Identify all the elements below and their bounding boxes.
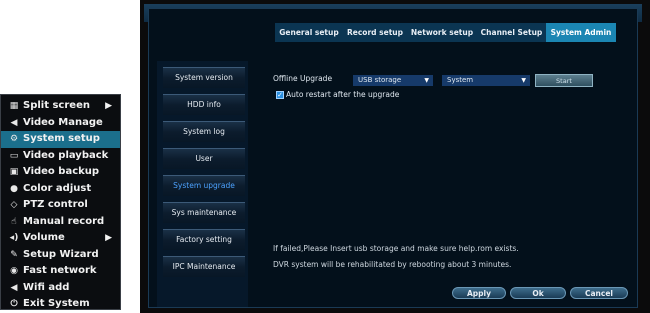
nav-factory-setting[interactable]: Factory setting: [163, 229, 245, 250]
ptz-icon: ◇: [10, 200, 18, 210]
grid-icon: ▦: [9, 101, 19, 111]
palette-icon: ●: [10, 183, 18, 194]
playback-icon: ▭: [9, 150, 19, 161]
menu-item-label: Video Manage: [23, 116, 103, 128]
submenu-arrow-icon: ▶: [105, 101, 112, 111]
select-value: System: [447, 76, 474, 84]
chevron-down-icon: ▼: [424, 77, 429, 84]
menu-item-label: Video backup: [23, 166, 100, 177]
tab-network-setup[interactable]: Network setup: [407, 23, 477, 42]
menu-item-exit-system[interactable]: ⏻ Exit System: [1, 296, 120, 313]
menu-item-fast-network[interactable]: ◉ Fast network: [1, 263, 120, 280]
menu-item-label: System setup: [23, 133, 100, 144]
network-icon: ◉: [10, 266, 18, 276]
menu-item-label: Split screen: [23, 100, 90, 111]
menu-item-video-playback[interactable]: ▭ Video playback: [1, 148, 120, 165]
gear-icon: ⚙: [9, 134, 19, 144]
menu-item-label: PTZ control: [23, 199, 88, 210]
wifi-icon: ◀: [10, 282, 18, 293]
tab-general-setup[interactable]: General setup: [275, 23, 343, 42]
power-icon: ⏻: [10, 299, 18, 309]
nav-system-version[interactable]: System version: [163, 67, 245, 88]
offline-upgrade-label: Offline Upgrade: [273, 74, 333, 83]
menu-item-ptz-control[interactable]: ◇ PTZ control: [1, 197, 120, 214]
auto-restart-label: Auto restart after the upgrade: [286, 90, 400, 99]
auto-restart-checkbox[interactable]: ✓: [276, 91, 284, 99]
menu-item-manual-record[interactable]: ☝ Manual record: [1, 214, 120, 231]
select-value: USB storage: [358, 76, 402, 84]
nav-system-upgrade[interactable]: System upgrade: [163, 175, 245, 196]
admin-nav: System version HDD info System log User …: [157, 61, 248, 307]
menu-item-setup-wizard[interactable]: ✎ Setup Wizard: [1, 247, 120, 264]
menu-item-label: Exit System: [23, 298, 90, 309]
nav-sys-maintenance[interactable]: Sys maintenance: [163, 202, 245, 223]
menu-item-system-setup[interactable]: ⚙ System setup: [1, 131, 120, 148]
hand-icon: ☝: [11, 216, 17, 227]
tab-bar: General setup Record setup Network setup…: [275, 23, 616, 42]
nav-ipc-maintenance[interactable]: IPC Maintenance: [163, 256, 245, 277]
upgrade-file-select[interactable]: System ▼: [442, 75, 530, 86]
save-icon: ▣: [9, 167, 19, 177]
apply-button[interactable]: Apply: [452, 287, 506, 299]
menu-item-label: Volume: [23, 232, 65, 243]
menu-item-label: Video playback: [23, 149, 109, 161]
menu-item-video-manage[interactable]: ◀ Video Manage: [1, 115, 120, 132]
system-admin-window: General setup Record setup Network setup…: [140, 0, 650, 313]
context-menu: ▦ Split screen ▶ ◀ Video Manage ⚙ System…: [0, 94, 121, 310]
menu-item-wifi-add[interactable]: ◀ Wifi add: [1, 280, 120, 297]
tab-channel-setup[interactable]: Channel Setup: [477, 23, 546, 42]
tab-record-setup[interactable]: Record setup: [343, 23, 407, 42]
submenu-arrow-icon: ▶: [105, 233, 112, 243]
camera-icon: ◀: [10, 117, 18, 128]
nav-hdd-info[interactable]: HDD info: [163, 94, 245, 115]
speaker-icon: ◂): [9, 233, 19, 243]
nav-system-log[interactable]: System log: [163, 121, 245, 142]
menu-item-label: Color adjust: [23, 182, 92, 194]
menu-item-label: Manual record: [23, 215, 105, 227]
menu-item-video-backup[interactable]: ▣ Video backup: [1, 164, 120, 181]
cancel-button[interactable]: Cancel: [570, 287, 628, 299]
menu-item-label: Wifi add: [23, 281, 70, 293]
window-body: General setup Record setup Network setup…: [148, 8, 638, 308]
menu-item-split-screen[interactable]: ▦ Split screen ▶: [1, 98, 120, 115]
menu-item-color-adjust[interactable]: ● Color adjust: [1, 181, 120, 198]
menu-item-label: Fast network: [23, 265, 97, 276]
upgrade-source-select[interactable]: USB storage ▼: [353, 75, 433, 86]
ok-button[interactable]: Ok: [510, 287, 566, 299]
help-note-2: DVR system will be rehabilitated by rebo…: [273, 260, 512, 269]
wizard-icon: ✎: [10, 249, 18, 260]
help-note-1: If failed,Please Insert usb storage and …: [273, 244, 519, 253]
nav-user[interactable]: User: [163, 148, 245, 169]
tab-system-admin[interactable]: System Admin: [546, 23, 616, 42]
menu-item-volume[interactable]: ◂) Volume ▶: [1, 230, 120, 247]
start-upgrade-button[interactable]: Start: [535, 74, 593, 87]
menu-item-label: Setup Wizard: [23, 248, 99, 260]
chevron-down-icon: ▼: [521, 77, 526, 84]
